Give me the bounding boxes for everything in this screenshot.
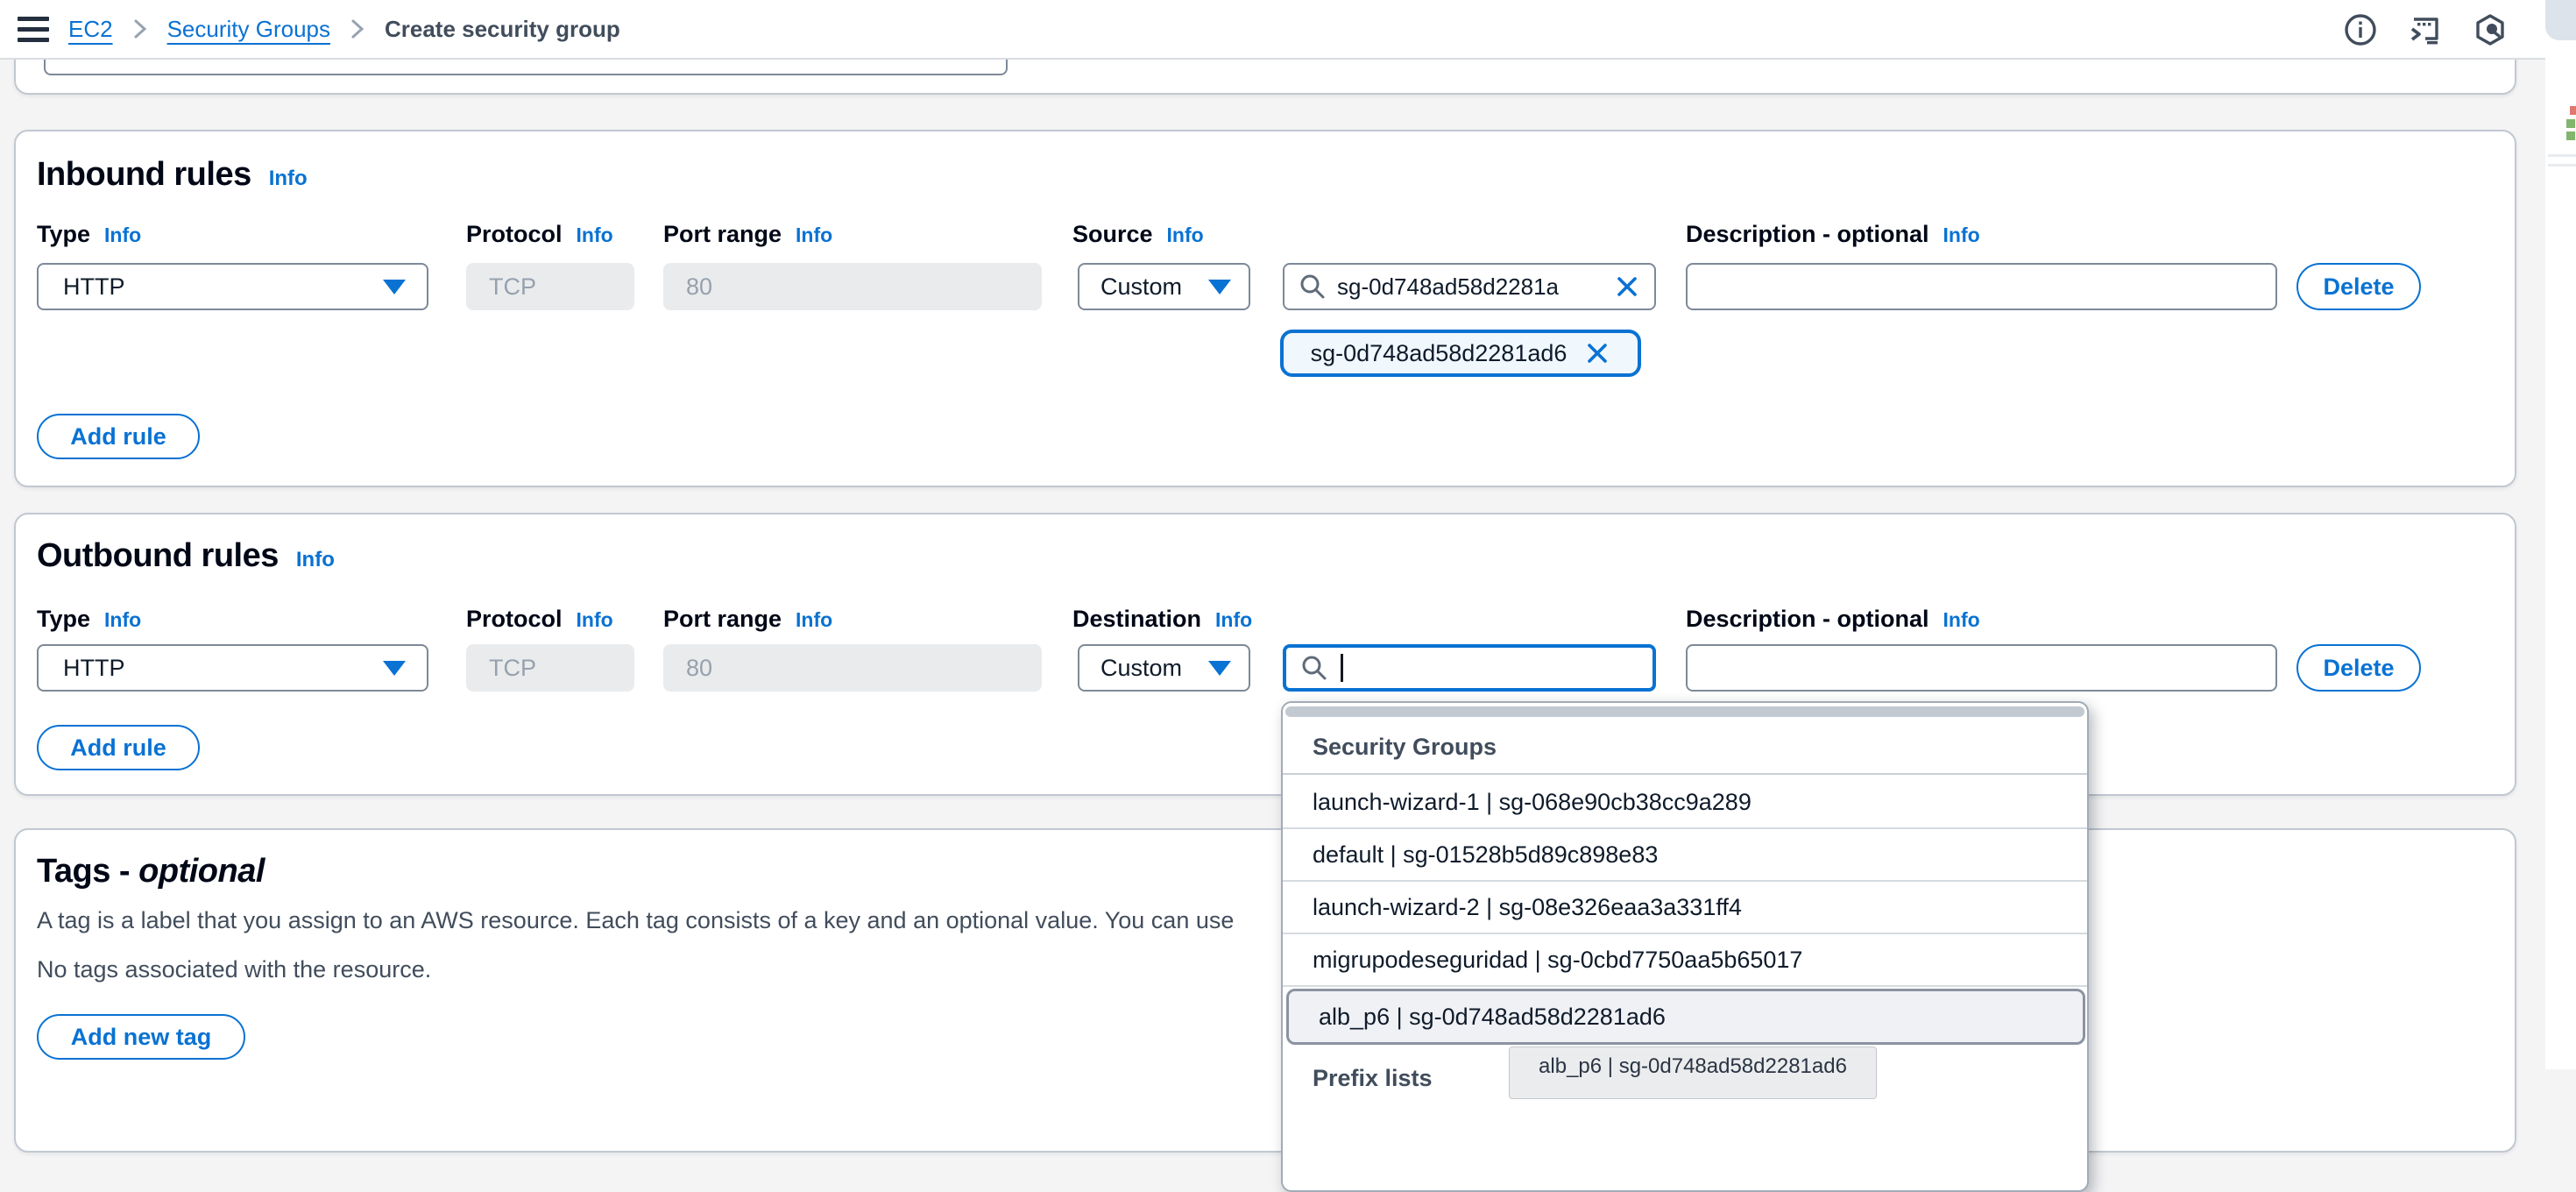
type-info-link[interactable]: Info [104,608,141,632]
dropdown-item-migrupodeseguridad[interactable]: migrupodeseguridad | sg-0cbd7750aa5b6501… [1283,934,2087,987]
tags-title: Tags - optional [37,853,265,890]
inbound-type-select[interactable]: HTTP [37,263,428,310]
text-cursor [1341,654,1343,682]
outbound-col-type: Type [37,606,90,633]
dropdown-scrollbar[interactable] [1285,706,2084,717]
hamburger-menu-icon[interactable] [18,17,49,43]
breadcrumb-link-security-groups[interactable]: Security Groups [167,16,330,43]
tags-card: Tags - optional A tag is a label that yo… [14,828,2516,1153]
search-icon [1299,273,1327,301]
green-status-dot [2566,131,2575,140]
outbound-destination-search-input[interactable] [1283,644,1656,692]
breadcrumb-chevron-icon [132,16,148,42]
clear-x-icon[interactable] [1614,273,1640,300]
breadcrumb-current-page: Create security group [385,16,620,43]
dropdown-item-launch-wizard-1[interactable]: launch-wizard-1 | sg-068e90cb38cc9a289 [1283,777,2087,829]
description-info-link[interactable]: Info [1943,608,1980,632]
outbound-col-port-range: Port range [663,606,782,633]
outbound-destination-mode-select[interactable]: Custom [1078,644,1250,692]
outbound-col-destination: Destination [1072,606,1201,633]
inbound-protocol-field: TCP [466,263,634,310]
breadcrumb: EC2 Security Groups Create security grou… [68,0,620,58]
sliver-top-block [2545,0,2576,40]
outbound-description-input[interactable] [1686,644,2277,692]
sliver-line [2548,164,2576,167]
breadcrumb-chevron-icon [350,16,365,42]
outbound-type-value: HTTP [63,655,125,682]
caret-down-icon [383,661,406,676]
outbound-add-rule-button[interactable]: Add rule [37,725,200,770]
dropdown-group-security-groups: Security Groups [1283,719,2087,775]
outbound-protocol-field: TCP [466,644,634,692]
caret-down-icon [1208,280,1231,294]
port-range-info-link[interactable]: Info [796,224,832,247]
outbound-type-select[interactable]: HTTP [37,644,428,692]
inbound-search-value: sg-0d748ad58d2281a [1337,273,1614,301]
sg-hover-tooltip: alb_p6 | sg-0d748ad58d2281ad6 [1509,1047,1877,1099]
caret-down-icon [383,280,406,294]
inbound-col-type: Type [37,221,90,248]
tags-description: A tag is a label that you assign to an A… [37,907,1234,934]
inbound-source-mode-select[interactable]: Custom [1078,263,1250,310]
inbound-delete-rule-button[interactable]: Delete [2296,263,2421,310]
info-circle-icon[interactable] [2343,12,2378,47]
destination-info-link[interactable]: Info [1215,608,1252,632]
breadcrumb-link-ec2[interactable]: EC2 [68,16,113,43]
protocol-info-link[interactable]: Info [577,608,613,632]
inbound-type-value: HTTP [63,273,125,301]
inbound-col-description: Description - optional [1686,221,1929,248]
inbound-info-link[interactable]: Info [269,167,308,191]
outbound-info-link[interactable]: Info [296,548,335,572]
inbound-source-search-input[interactable]: sg-0d748ad58d2281a [1283,263,1656,310]
tags-empty-text: No tags associated with the resource. [37,956,431,983]
dropdown-item-launch-wizard-2[interactable]: launch-wizard-2 | sg-08e326eaa3a331ff4 [1283,882,2087,934]
dropdown-item-alb-p6-highlighted[interactable]: alb_p6 | sg-0d748ad58d2281ad6 [1286,989,2085,1045]
outbound-port-range-field: 80 [663,644,1042,692]
outbound-col-protocol: Protocol [466,606,563,633]
inbound-col-source: Source [1072,221,1153,248]
chip-remove-x-icon[interactable] [1584,340,1610,366]
selected-sg-chip-label: sg-0d748ad58d2281ad6 [1311,340,1568,367]
source-info-link[interactable]: Info [1167,224,1204,247]
green-status-dot [2566,119,2575,128]
caret-down-icon [1208,661,1231,676]
outbound-delete-rule-button[interactable]: Delete [2296,644,2421,692]
inbound-col-protocol: Protocol [466,221,563,248]
right-edge-panel-sliver [2545,0,2576,1069]
top-navigation-bar: EC2 Security Groups Create security grou… [0,0,2545,60]
dropdown-item-default[interactable]: default | sg-01528b5d89c898e83 [1283,829,2087,882]
search-icon [1300,654,1328,682]
cloudshell-icon[interactable] [2408,12,2443,47]
inbound-col-port-range: Port range [663,221,782,248]
description-info-link[interactable]: Info [1943,224,1980,247]
protocol-info-link[interactable]: Info [577,224,613,247]
inbound-port-range-field: 80 [663,263,1042,310]
inbound-description-input[interactable] [1686,263,2277,310]
outbound-col-description: Description - optional [1686,606,1929,633]
inbound-add-rule-button[interactable]: Add rule [37,414,200,459]
sliver-line [2548,154,2576,157]
services-hexagon-icon[interactable] [2473,12,2508,47]
sg-dropdown-panel: Security Groups launch-wizard-1 | sg-068… [1281,701,2089,1192]
port-range-info-link[interactable]: Info [796,608,832,632]
outbound-rules-title: Outbound rules [37,537,279,575]
inbound-rules-card: Inbound rules Info Type Info Protocol In… [14,130,2516,487]
selected-sg-chip: sg-0d748ad58d2281ad6 [1280,330,1641,377]
inbound-source-mode-value: Custom [1100,273,1182,301]
type-info-link[interactable]: Info [104,224,141,247]
outbound-destination-mode-value: Custom [1100,655,1182,682]
outbound-rules-card: Outbound rules Info Type Info Protocol I… [14,513,2516,796]
red-status-dot [2570,106,2576,115]
inbound-rules-title: Inbound rules [37,156,251,194]
add-new-tag-button[interactable]: Add new tag [37,1014,245,1060]
